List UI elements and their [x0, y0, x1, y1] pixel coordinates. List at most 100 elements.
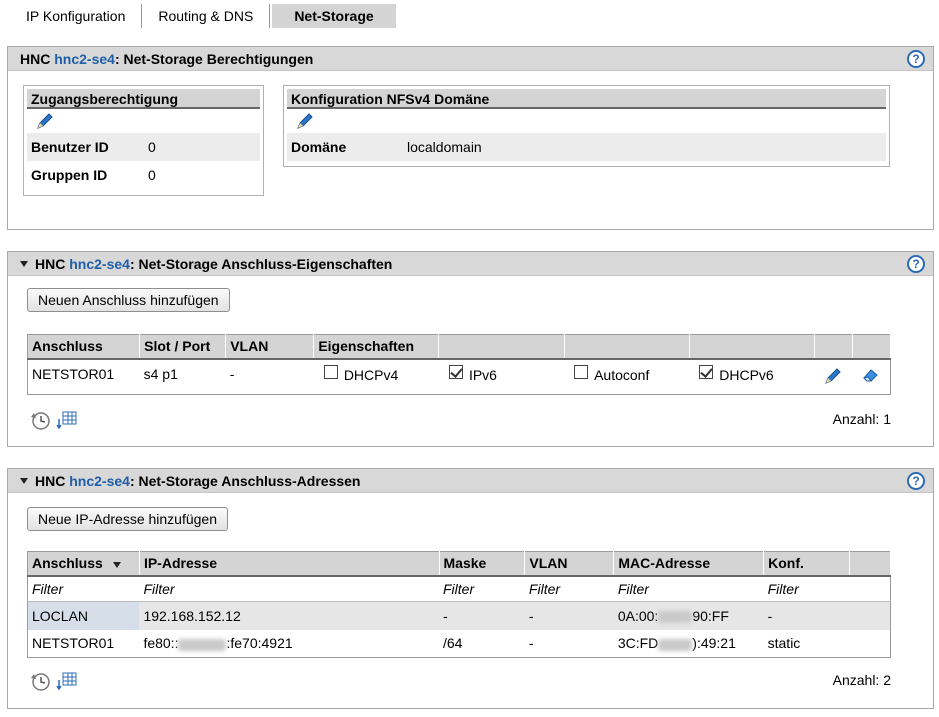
- table-row[interactable]: NETSTOR01 fe80:::fe70:4921 /64 - 3C:FD):…: [28, 630, 891, 658]
- add-anschluss-button[interactable]: Neuen Anschluss hinzufügen: [27, 288, 230, 312]
- checkbox-label: DHCPv4: [343, 366, 399, 383]
- row-gruppen-id: Gruppen ID 0: [27, 161, 260, 189]
- col-vlan[interactable]: VLAN: [524, 551, 615, 577]
- col-empty: [852, 334, 892, 360]
- checkbox-box[interactable]: [574, 364, 589, 379]
- value-domaene: localdomain: [407, 139, 482, 155]
- col-anschluss[interactable]: Anschluss: [27, 551, 140, 577]
- box-title: Zugangsberechtigung: [27, 89, 260, 109]
- help-icon[interactable]: ?: [907, 255, 925, 273]
- history-clock-icon[interactable]: [28, 409, 52, 434]
- filter-empty: [849, 575, 891, 602]
- panel-berechtigungen: HNC hnc2-se4: Net-Storage Berechtigungen…: [7, 46, 934, 230]
- filter-ip-adresse[interactable]: Filter: [139, 575, 439, 602]
- redacted-blur: [658, 638, 693, 651]
- label-benutzer-id: Benutzer ID: [31, 139, 109, 155]
- cell-vlan: -: [229, 365, 235, 382]
- panel-header[interactable]: HNC hnc2-se4: Net-Storage Anschluss-Adre…: [8, 469, 933, 493]
- edit-pencil-icon[interactable]: [35, 111, 55, 134]
- host-link[interactable]: hnc2-se4: [69, 473, 130, 489]
- tab-net-storage[interactable]: Net-Storage: [272, 4, 396, 28]
- checkbox-box[interactable]: [699, 364, 714, 379]
- edit-pencil-icon[interactable]: [295, 111, 315, 134]
- host-link[interactable]: hnc2-se4: [54, 51, 115, 67]
- cell-empty: [850, 630, 891, 658]
- cell-anschluss: NETSTOR01: [32, 365, 115, 382]
- panel-title: : Net-Storage Anschluss-Adressen: [129, 473, 361, 489]
- cell-konf: -: [767, 607, 773, 624]
- checkbox-autoconf[interactable]: Autoconf: [574, 364, 650, 383]
- checkbox-label: Autoconf: [594, 366, 650, 383]
- collapse-triangle-icon[interactable]: [20, 261, 28, 268]
- host-link[interactable]: hnc2-se4: [69, 256, 130, 272]
- cell-mac-adresse: 3C:FD):49:21: [614, 630, 764, 658]
- panel-title: : Net-Storage Anschluss-Eigenschaften: [129, 256, 393, 272]
- filter-vlan[interactable]: Filter: [524, 575, 614, 602]
- mac-part: ):49:21: [692, 635, 736, 652]
- collapse-triangle-icon[interactable]: [20, 478, 28, 485]
- tab-bar: IP Konfiguration Routing & DNS Net-Stora…: [10, 4, 396, 28]
- cell-ip-adresse: 192.168.152.12: [143, 607, 241, 624]
- col-anschluss[interactable]: Anschluss: [27, 334, 141, 360]
- row-benutzer-id: Benutzer ID 0: [27, 133, 260, 161]
- label-domaene: Domäne: [291, 139, 347, 155]
- label-gruppen-id: Gruppen ID: [31, 167, 108, 183]
- filter-anschluss[interactable]: Filter: [27, 575, 140, 602]
- col-empty: [689, 334, 815, 360]
- col-maske[interactable]: Maske: [439, 551, 526, 577]
- checkbox-ipv6[interactable]: IPv6: [448, 364, 497, 383]
- col-slot-port[interactable]: Slot / Port: [139, 334, 227, 360]
- col-mac-adresse[interactable]: MAC-Adresse: [613, 551, 765, 577]
- col-label: Anschluss: [32, 555, 103, 572]
- col-empty: [814, 334, 853, 360]
- checkbox-dhcpv6[interactable]: DHCPv6: [699, 364, 774, 383]
- checkbox-label: DHCPv6: [719, 366, 774, 383]
- table-export-icon[interactable]: [56, 409, 78, 434]
- tab-routing-dns[interactable]: Routing & DNS: [142, 4, 271, 28]
- col-vlan[interactable]: VLAN: [225, 334, 315, 360]
- col-empty: [849, 551, 891, 577]
- tab-ip-konfiguration[interactable]: IP Konfiguration: [10, 4, 143, 28]
- col-ip-adresse[interactable]: IP-Adresse: [139, 551, 440, 577]
- panel-prefix: HNC: [20, 51, 51, 67]
- panel-header[interactable]: HNC hnc2-se4: Net-Storage Anschluss-Eige…: [8, 252, 933, 276]
- eraser-icon[interactable]: [862, 368, 880, 387]
- box-nfsv4-domaene: Konfiguration NFSv4 Domäne Domäne locald…: [283, 85, 890, 167]
- filter-konf[interactable]: Filter: [763, 575, 850, 602]
- add-ip-button[interactable]: Neue IP-Adresse hinzufügen: [27, 507, 228, 531]
- count-label: Anzahl: 1: [832, 411, 891, 427]
- anschluss-table: Anschluss Slot / Port VLAN Eigenschaften…: [27, 334, 892, 395]
- box-zugangsberechtigung: Zugangsberechtigung Benutzer ID 0 Gruppe…: [23, 85, 264, 196]
- sort-down-icon[interactable]: [112, 561, 121, 568]
- filter-maske[interactable]: Filter: [439, 575, 525, 602]
- help-icon[interactable]: ?: [907, 50, 925, 68]
- mac-part: 90:FF: [692, 607, 729, 624]
- help-icon[interactable]: ?: [907, 472, 925, 490]
- history-clock-icon[interactable]: [28, 670, 52, 695]
- checkbox-box[interactable]: [323, 364, 338, 379]
- panel-header: HNC hnc2-se4: Net-Storage Berechtigungen…: [8, 47, 933, 71]
- cell-vlan: -: [528, 607, 534, 624]
- mac-part: 0A:00:: [617, 607, 659, 624]
- box-title: Konfiguration NFSv4 Domäne: [287, 89, 886, 109]
- checkbox-box[interactable]: [448, 364, 463, 379]
- table-row[interactable]: LOCLAN 192.168.152.12 - - 0A:00: 90:FF -: [27, 601, 891, 630]
- table-row[interactable]: NETSTOR01 s4 p1 - DHCPv4 IPv6 Autoconf D…: [28, 359, 891, 395]
- count-label: Anzahl: 2: [832, 672, 891, 688]
- table-export-icon[interactable]: [56, 670, 78, 695]
- cell-maske: /64: [443, 635, 463, 652]
- cell-slot-port: s4 p1: [143, 365, 178, 382]
- checkbox-label: IPv6: [468, 366, 497, 383]
- cell-vlan: -: [528, 635, 534, 652]
- col-konf[interactable]: Konf.: [763, 551, 851, 577]
- panel-prefix: HNC: [35, 473, 66, 489]
- panel-anschluss-eigenschaften: HNC hnc2-se4: Net-Storage Anschluss-Eige…: [7, 251, 934, 447]
- edit-pencil-icon[interactable]: [823, 366, 843, 389]
- table-tools: [28, 409, 78, 434]
- checkbox-dhcpv4[interactable]: DHCPv4: [323, 364, 399, 383]
- filter-mac-adresse[interactable]: Filter: [613, 575, 764, 602]
- col-eigenschaften[interactable]: Eigenschaften: [313, 334, 440, 360]
- cell-konf: static: [767, 635, 801, 652]
- filter-row: Filter Filter Filter Filter Filter Filte…: [27, 575, 891, 602]
- panel-title: : Net-Storage Berechtigungen: [114, 51, 314, 67]
